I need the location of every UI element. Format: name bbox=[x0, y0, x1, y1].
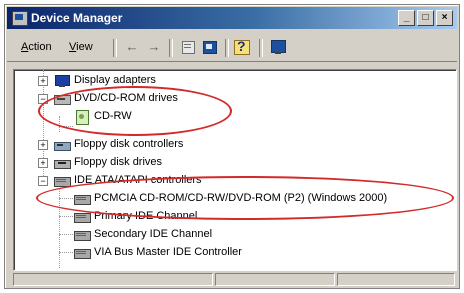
tree-item-display-adapters[interactable]: + Display adapters bbox=[14, 72, 454, 90]
tree-item-label: VIA Bus Master IDE Controller bbox=[94, 246, 242, 258]
tree-item-floppy-drives[interactable]: + Floppy disk drives bbox=[14, 154, 454, 172]
refresh-icon[interactable] bbox=[201, 39, 219, 55]
dvd-drive-icon bbox=[54, 92, 71, 106]
forward-arrow-icon[interactable]: → bbox=[145, 39, 163, 55]
tree-item-label: CD-RW bbox=[94, 110, 132, 122]
toolbar-separator bbox=[259, 39, 263, 57]
collapse-toggle[interactable]: − bbox=[38, 176, 48, 186]
cd-rw-icon bbox=[74, 110, 90, 125]
tree-item-primary-ide-channel[interactable]: Primary IDE Channel bbox=[14, 208, 454, 226]
tree-item-label: Floppy disk drives bbox=[74, 156, 163, 168]
window-title: Device Manager bbox=[31, 11, 123, 25]
tree-item-label: Secondary IDE Channel bbox=[94, 228, 213, 240]
ide-channel-icon bbox=[74, 246, 91, 260]
tree-item-dvd-cdrom-drives[interactable]: − DVD/CD-ROM drives bbox=[14, 90, 454, 108]
device-manager-window: Device Manager _ □ × Action View ← → + bbox=[4, 4, 460, 289]
expand-toggle[interactable]: + bbox=[38, 158, 48, 168]
expand-toggle[interactable]: + bbox=[38, 76, 48, 86]
device-tree[interactable]: + Display adapters − DVD/CD-ROM drives C… bbox=[13, 69, 457, 271]
help-icon[interactable] bbox=[233, 38, 251, 55]
device-manager-icon bbox=[12, 11, 28, 26]
status-pane bbox=[215, 273, 335, 286]
properties-icon[interactable] bbox=[179, 39, 197, 55]
status-pane bbox=[337, 273, 455, 286]
tree-item-cd-rw[interactable]: CD-RW bbox=[14, 108, 454, 126]
status-pane bbox=[13, 273, 213, 286]
display-adapter-icon bbox=[54, 74, 70, 88]
tree-item-pcmcia-cdrom[interactable]: PCMCIA CD-ROM/CD-RW/DVD-ROM (P2) (Window… bbox=[14, 190, 454, 208]
ide-channel-icon bbox=[74, 192, 91, 206]
menu-action-label: ction bbox=[28, 41, 52, 53]
toolbar-separator bbox=[113, 39, 117, 57]
title-bar[interactable]: Device Manager _ □ × bbox=[7, 7, 457, 29]
collapse-toggle[interactable]: − bbox=[38, 94, 48, 104]
tree-item-label: Primary IDE Channel bbox=[94, 210, 198, 222]
close-button[interactable]: × bbox=[436, 10, 453, 26]
tree-connector bbox=[59, 126, 73, 127]
tree-item-label: PCMCIA CD-ROM/CD-RW/DVD-ROM (P2) (Window… bbox=[94, 192, 388, 204]
expand-toggle[interactable]: + bbox=[38, 140, 48, 150]
toolbar-separator bbox=[225, 39, 229, 57]
tree-item-label: IDE ATA/ATAPI controllers bbox=[74, 174, 202, 186]
ide-controller-icon bbox=[54, 174, 71, 188]
tree-item-label: DVD/CD-ROM drives bbox=[74, 92, 178, 104]
floppy-controller-icon bbox=[54, 138, 71, 152]
menu-toolbar: Action View ← → bbox=[7, 33, 457, 62]
tree-item-label: Display adapters bbox=[74, 74, 156, 86]
menu-action[interactable]: Action bbox=[21, 41, 52, 53]
status-bar bbox=[13, 273, 455, 286]
tree-item-label: Floppy disk controllers bbox=[74, 138, 184, 150]
back-arrow-icon[interactable]: ← bbox=[123, 39, 141, 55]
tree-item-floppy-controllers[interactable]: + Floppy disk controllers bbox=[14, 136, 454, 154]
floppy-drive-icon bbox=[54, 156, 71, 170]
menu-view-label: iew bbox=[76, 41, 93, 53]
ide-channel-icon bbox=[74, 228, 91, 242]
toolbar-separator bbox=[169, 39, 173, 57]
window-controls: _ □ × bbox=[398, 10, 453, 26]
monitor-icon[interactable] bbox=[269, 39, 287, 55]
tree-item-via-bus-master[interactable]: VIA Bus Master IDE Controller bbox=[14, 244, 454, 262]
tree-item-ide-controllers[interactable]: − IDE ATA/ATAPI controllers bbox=[14, 172, 454, 190]
maximize-button[interactable]: □ bbox=[417, 10, 434, 26]
minimize-button[interactable]: _ bbox=[398, 10, 415, 26]
ide-channel-icon bbox=[74, 210, 91, 224]
tree-item-secondary-ide-channel[interactable]: Secondary IDE Channel bbox=[14, 226, 454, 244]
menu-view[interactable]: View bbox=[69, 41, 93, 53]
